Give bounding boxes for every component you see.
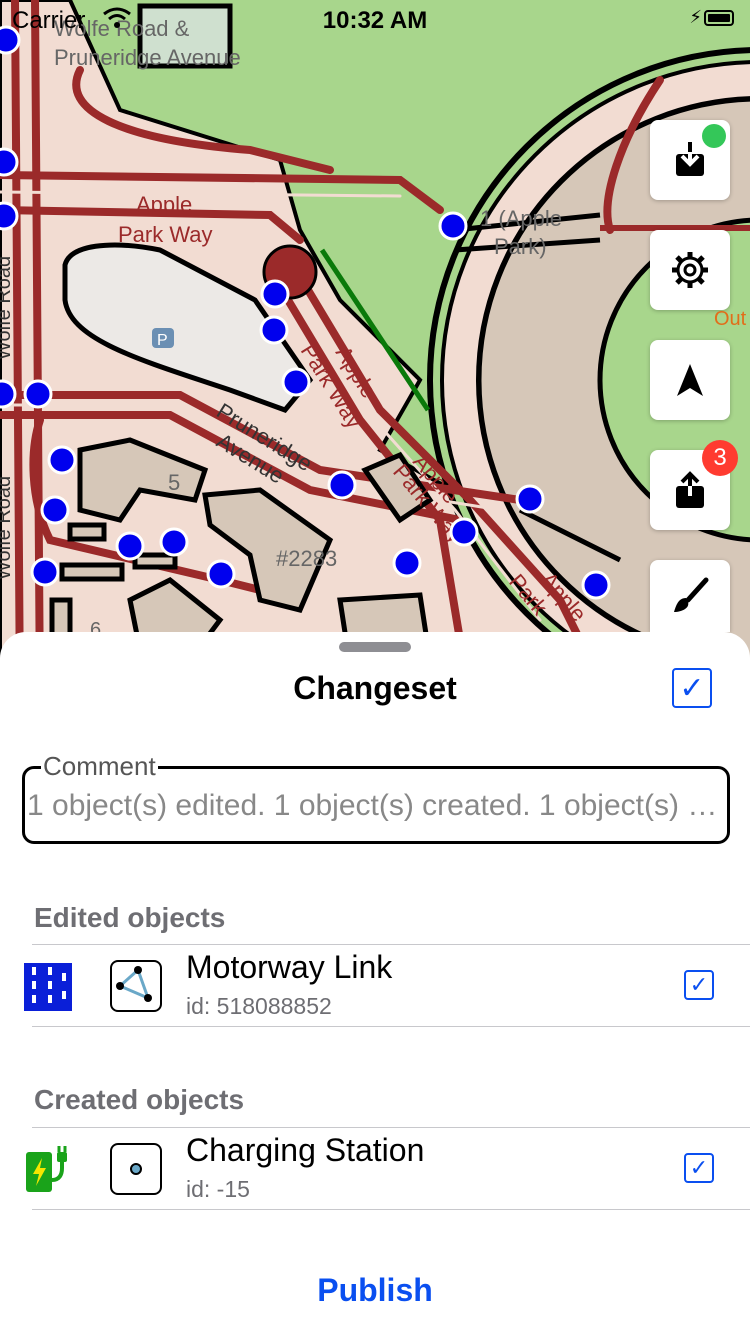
charging-icon: ⚡ <box>689 7 702 27</box>
svg-text:Wolfe Road: Wolfe Road <box>0 256 15 360</box>
svg-text:Park Way: Park Way <box>118 222 213 247</box>
charging-station-icon <box>26 1146 67 1192</box>
point-geometry-icon <box>110 1143 162 1195</box>
way-geometry-icon <box>110 960 162 1012</box>
object-id: id: -15 <box>186 1176 250 1202</box>
changeset-sheet: Changeset ✓ Comment 1 object(s) edited. … <box>0 632 750 1334</box>
clock: 10:32 AM <box>322 7 428 34</box>
settings-button[interactable] <box>650 230 730 310</box>
divider <box>32 1209 750 1210</box>
object-id: id: 518088852 <box>186 993 332 1019</box>
svg-text:5: 5 <box>168 470 180 495</box>
battery-icon <box>704 10 734 26</box>
created-objects-heading: Created objects <box>34 1084 245 1115</box>
map-label-outline: Out <box>714 308 747 330</box>
status-bar: Carrier 10:32 AM ⚡ <box>0 0 750 40</box>
object-checkbox[interactable]: ✓ <box>684 970 714 1000</box>
svg-text:#2283: #2283 <box>276 546 337 571</box>
object-name: Motorway Link <box>186 949 393 985</box>
upload-button[interactable]: 3 <box>650 440 738 530</box>
svg-text:1 (Apple: 1 (Apple <box>480 206 562 231</box>
svg-text:Apple: Apple <box>136 192 192 217</box>
divider <box>32 1026 750 1027</box>
paintbrush-icon <box>674 577 709 612</box>
comment-label: Comment <box>41 751 158 782</box>
list-item[interactable]: Charging Station id: -15 ✓ <box>0 1128 750 1210</box>
location-arrow-icon <box>677 364 703 396</box>
location-button[interactable] <box>650 340 730 420</box>
object-checkbox[interactable]: ✓ <box>684 1153 714 1183</box>
sheet-grabber[interactable] <box>339 642 411 652</box>
publish-button[interactable]: Publish <box>0 1272 750 1309</box>
select-all-checkbox[interactable]: ✓ <box>672 668 712 708</box>
comment-input[interactable]: 1 object(s) edited. 1 object(s) created.… <box>27 789 719 823</box>
object-name: Charging Station <box>186 1132 425 1168</box>
status-dot <box>702 124 726 148</box>
gear-icon <box>672 252 708 288</box>
map-view[interactable]: Wolfe Road & Pruneridge Avenue Apple Par… <box>0 0 750 700</box>
list-item[interactable]: Motorway Link id: 518088852 ✓ <box>0 945 750 1027</box>
svg-text:P: P <box>157 332 168 349</box>
motorway-link-icon <box>24 963 72 1011</box>
svg-text:Wolfe Road: Wolfe Road <box>0 476 15 580</box>
comment-field[interactable]: Comment 1 object(s) edited. 1 object(s) … <box>22 751 730 844</box>
edited-objects-heading: Edited objects <box>34 902 226 933</box>
svg-text:Pruneridge Avenue: Pruneridge Avenue <box>54 45 241 70</box>
paint-button[interactable] <box>650 560 730 632</box>
download-icon <box>676 142 704 176</box>
sheet-title: Changeset <box>293 670 457 706</box>
upload-count-badge: 3 <box>702 440 738 476</box>
svg-text:Park): Park) <box>494 234 547 259</box>
download-button[interactable] <box>650 120 730 200</box>
upload-icon <box>676 471 704 508</box>
